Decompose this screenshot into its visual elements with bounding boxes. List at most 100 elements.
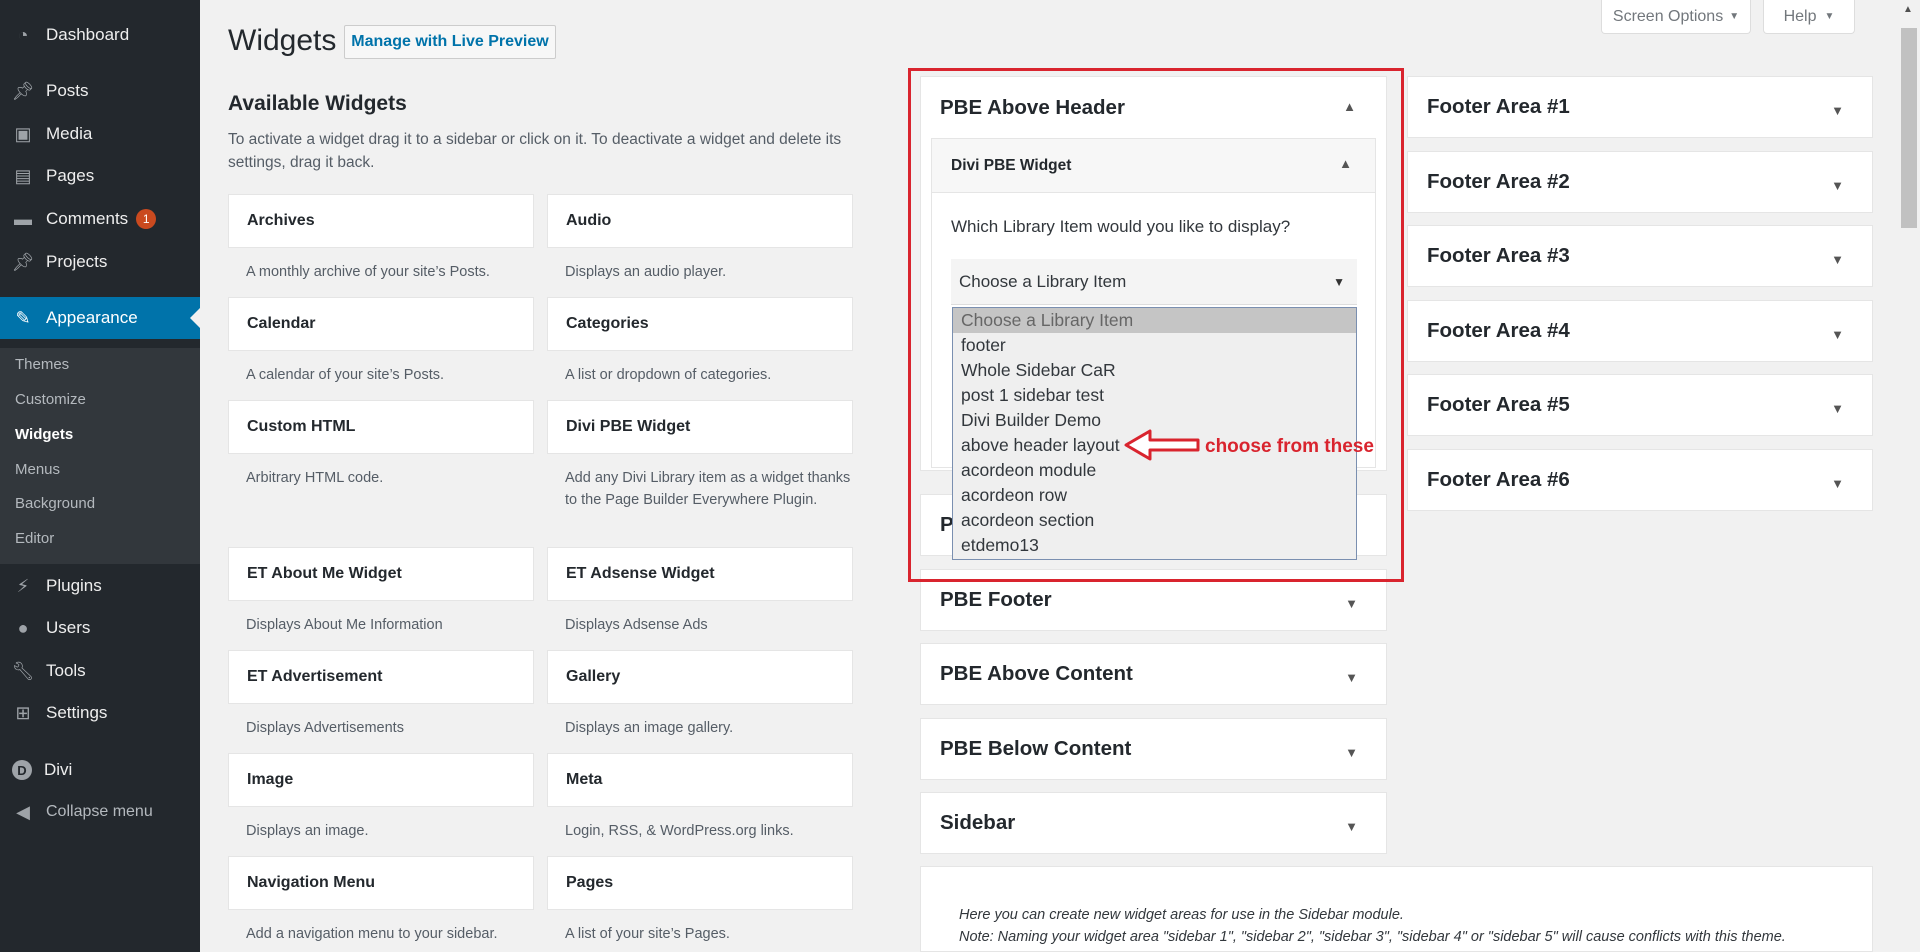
page-scrollbar[interactable]: ▲ (1898, 0, 1920, 952)
menu-label-pages: Pages (46, 166, 95, 185)
menu-label-plugins: Plugins (46, 576, 102, 595)
widget-desc-navigation-menu: Add a navigation menu to your sidebar. (246, 926, 498, 942)
widget-desc-pages: A list of your site’s Pages. (565, 926, 730, 942)
submenu-widgets[interactable]: Widgets (15, 426, 73, 443)
sidebar-pbe-above-content[interactable]: PBE Above Content ▼ (920, 643, 1387, 705)
sidebar-footer-area-4[interactable]: Footer Area #4 ▼ (1407, 300, 1873, 362)
widget-divi-pbe[interactable]: Divi PBE Widget (547, 400, 853, 454)
expand-arrow-icon[interactable]: ▼ (1345, 670, 1358, 685)
widget-et-advertisement[interactable]: ET Advertisement (228, 650, 534, 704)
caret-down-icon: ▼ (1824, 11, 1835, 22)
annotation-arrow-icon (1124, 429, 1200, 461)
plug-icon: ⚡︎ (16, 575, 30, 596)
menu-label-posts: Posts (46, 81, 89, 100)
menu-item-dashboard[interactable]: ◔ Dashboard (0, 18, 200, 52)
widget-desc-divi-pbe: Add any Divi Library item as a widget th… (565, 470, 851, 508)
menu-label-users: Users (46, 618, 91, 637)
widget-audio[interactable]: Audio (547, 194, 853, 248)
collapse-menu-button[interactable]: ◀ Collapse menu (0, 795, 200, 829)
annotation-highlight-box (908, 68, 1404, 582)
caret-down-icon: ▼ (1729, 11, 1740, 22)
submenu-customize[interactable]: Customize (15, 391, 86, 408)
submenu-themes[interactable]: Themes (15, 356, 69, 373)
widget-navigation-menu[interactable]: Navigation Menu (228, 856, 534, 910)
annotation-text: choose from these (1205, 436, 1374, 457)
widget-pages[interactable]: Pages (547, 856, 853, 910)
sidebar-title: PBE Below Content (940, 737, 1132, 760)
expand-arrow-icon[interactable]: ▼ (1345, 819, 1358, 834)
screen-options-button[interactable]: Screen Options ▼ (1601, 0, 1751, 34)
sidebar-title: Footer Area #6 (1427, 468, 1570, 491)
expand-arrow-icon[interactable]: ▼ (1831, 103, 1844, 118)
submenu-editor[interactable]: Editor (15, 530, 54, 547)
widget-desc-et-advertisement: Displays Advertisements (246, 720, 404, 736)
submenu-menus[interactable]: Menus (15, 461, 60, 478)
expand-arrow-icon[interactable]: ▼ (1831, 476, 1844, 491)
sidebar-title: Sidebar (940, 811, 1016, 834)
menu-item-media[interactable]: ▣ Media (0, 117, 200, 151)
sidebar-title: PBE Footer (940, 588, 1052, 611)
scrollbar-thumb[interactable] (1901, 28, 1917, 228)
pin-icon: 📌︎ (11, 80, 35, 101)
menu-item-projects[interactable]: 📌︎ Projects (0, 245, 200, 279)
sidebar-title: Footer Area #2 (1427, 170, 1570, 193)
widget-calendar[interactable]: Calendar (228, 297, 534, 351)
widget-meta[interactable]: Meta (547, 753, 853, 807)
dashboard-icon: ◔ (17, 24, 29, 45)
expand-arrow-icon[interactable]: ▼ (1831, 252, 1844, 267)
sidebar-pbe-below-content[interactable]: PBE Below Content ▼ (920, 718, 1387, 780)
menu-item-settings[interactable]: ⊞ Settings (0, 696, 200, 730)
expand-arrow-icon[interactable]: ▼ (1831, 178, 1844, 193)
menu-label-settings: Settings (46, 703, 108, 722)
help-button[interactable]: Help ▼ (1763, 0, 1855, 34)
available-widgets-title: Available Widgets (228, 92, 407, 115)
menu-item-plugins[interactable]: ⚡︎ Plugins (0, 569, 200, 603)
sidebar-title: Footer Area #4 (1427, 319, 1570, 342)
sidebar-title: PBE Above Content (940, 662, 1133, 685)
expand-arrow-icon[interactable]: ▼ (1345, 596, 1358, 611)
menu-item-pages[interactable]: ▤ Pages (0, 159, 200, 193)
widget-desc-audio: Displays an audio player. (565, 264, 727, 280)
expand-arrow-icon[interactable]: ▼ (1831, 401, 1844, 416)
menu-item-comments[interactable]: ▬ Comments 1 (0, 202, 200, 236)
menu-label-projects: Projects (46, 252, 108, 271)
page-icon: ▤ (14, 165, 32, 186)
sidebar-footer-area-1[interactable]: Footer Area #1 ▼ (1407, 76, 1873, 138)
widget-gallery[interactable]: Gallery (547, 650, 853, 704)
menu-item-posts[interactable]: 📌︎ Posts (0, 74, 200, 108)
menu-label-dashboard: Dashboard (46, 25, 130, 44)
menu-item-appearance[interactable]: ✎ Appearance (0, 297, 200, 339)
live-preview-button[interactable]: Manage with Live Preview (344, 25, 556, 59)
submenu-background[interactable]: Background (15, 495, 95, 512)
scroll-up-arrow-icon[interactable]: ▲ (1903, 4, 1913, 15)
menu-label-comments: Comments (46, 209, 129, 228)
divi-logo-icon: D (12, 760, 32, 780)
sidebar-footer-area-5[interactable]: Footer Area #5 ▼ (1407, 374, 1873, 436)
menu-item-users[interactable]: ● Users (0, 611, 200, 645)
widget-archives[interactable]: Archives (228, 194, 534, 248)
brush-icon: ✎ (15, 307, 31, 328)
menu-item-tools[interactable]: 🔧︎ Tools (0, 654, 200, 688)
sidebar-footer-area-3[interactable]: Footer Area #3 ▼ (1407, 225, 1873, 287)
widget-desc-meta: Login, RSS, & WordPress.org links. (565, 823, 794, 839)
widget-et-about-me[interactable]: ET About Me Widget (228, 547, 534, 601)
sidebar-sidebar[interactable]: Sidebar ▼ (920, 792, 1387, 854)
expand-arrow-icon[interactable]: ▼ (1831, 327, 1844, 342)
menu-item-divi[interactable]: D Divi (0, 753, 200, 787)
media-icon: ▣ (14, 123, 32, 144)
widget-custom-html[interactable]: Custom HTML (228, 400, 534, 454)
expand-arrow-icon[interactable]: ▼ (1345, 745, 1358, 760)
widget-et-adsense[interactable]: ET Adsense Widget (547, 547, 853, 601)
menu-label-tools: Tools (46, 661, 86, 680)
menu-label-divi: Divi (44, 760, 73, 779)
widget-image[interactable]: Image (228, 753, 534, 807)
wrench-icon: 🔧︎ (11, 660, 35, 681)
sidebar-footer-area-2[interactable]: Footer Area #2 ▼ (1407, 151, 1873, 213)
sidebar-title: Footer Area #3 (1427, 244, 1570, 267)
note-line-2: Note: Naming your widget area "sidebar 1… (959, 929, 1786, 945)
widget-desc-archives: A monthly archive of your site’s Posts. (246, 264, 490, 280)
sidebar-footer-area-6[interactable]: Footer Area #6 ▼ (1407, 449, 1873, 511)
widget-desc-et-about-me: Displays About Me Information (246, 617, 443, 633)
widget-categories[interactable]: Categories (547, 297, 853, 351)
widget-desc-categories: A list or dropdown of categories. (565, 367, 772, 383)
